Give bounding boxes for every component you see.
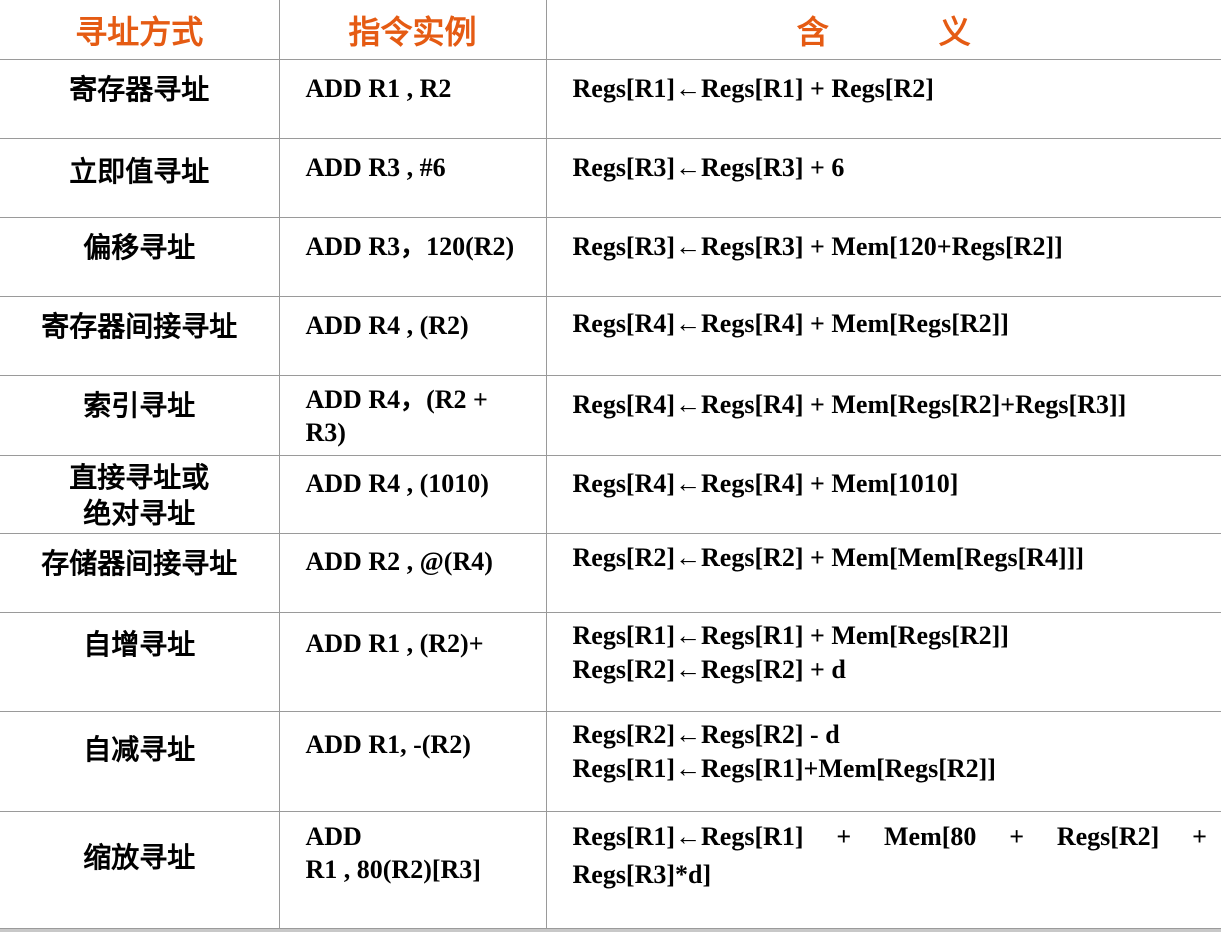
table-row: 偏移寻址 ADD R3，120(R2) Regs[R3]←Regs[R3] + … — [0, 217, 1221, 297]
meaning-cell: Regs[R2]←Regs[R2] + Mem[Mem[Regs[R4]]] — [546, 533, 1221, 613]
example-cell: ADD R4 , (1010) — [279, 455, 547, 534]
table-row: 自增寻址 ADD R1 , (R2)+ Regs[R1]←Regs[R1] + … — [0, 612, 1221, 712]
example-cell: ADD R2 , @(R4) — [279, 533, 547, 613]
table-row: 自减寻址 ADD R1, -(R2) Regs[R2]←Regs[R2] - d… — [0, 711, 1221, 812]
mode-cell: 直接寻址或 绝对寻址 — [0, 455, 280, 534]
meaning-cell: Regs[R4]←Regs[R4] + Mem[Regs[R2]] — [546, 296, 1221, 376]
mode-cell: 缩放寻址 — [0, 811, 280, 929]
bottom-rule — [0, 929, 1221, 932]
example-cell: ADD R4 , (R2) — [279, 296, 547, 376]
table-row: 存储器间接寻址 ADD R2 , @(R4) Regs[R2]←Regs[R2]… — [0, 533, 1221, 613]
mode-cell: 存储器间接寻址 — [0, 533, 280, 613]
meaning-justified-line: Regs[R1]←Regs[R1] + Mem[80 + Regs[R2] + — [572, 822, 1207, 851]
table-row: 直接寻址或 绝对寻址 ADD R4 , (1010) Regs[R4]←Regs… — [0, 455, 1221, 534]
example-cell: ADD R1, -(R2) — [279, 711, 547, 812]
example-cell: ADD R1 , 80(R2)[R3] — [279, 811, 547, 929]
table-row: 立即值寻址 ADD R3 , #6 Regs[R3]←Regs[R3] + 6 — [0, 138, 1221, 218]
meaning-cell: Regs[R2]←Regs[R2] - d Regs[R1]←Regs[R1]+… — [546, 711, 1221, 812]
meaning-cell: Regs[R1]←Regs[R1] + Regs[R2] — [546, 59, 1221, 139]
meaning-cell: Regs[R4]←Regs[R4] + Mem[Regs[R2]+Regs[R3… — [546, 375, 1221, 456]
meaning-cell: Regs[R1]←Regs[R1] + Mem[Regs[R2]] Regs[R… — [546, 612, 1221, 712]
meaning-cell: Regs[R3]←Regs[R3] + 6 — [546, 138, 1221, 218]
header-meaning: 含义 — [546, 0, 1221, 60]
example-cell: ADD R1 , (R2)+ — [279, 612, 547, 712]
meaning-cell: Regs[R1]←Regs[R1] + Mem[80 + Regs[R2] + … — [546, 811, 1221, 929]
header-meaning-char-1: 含 — [796, 12, 829, 51]
mode-cell: 自减寻址 — [0, 711, 280, 812]
table-row: 寄存器寻址 ADD R1 , R2 Regs[R1]←Regs[R1] + Re… — [0, 59, 1221, 139]
mode-cell: 立即值寻址 — [0, 138, 280, 218]
addressing-modes-table: 寻址方式 指令实例 含义 寄存器寻址 ADD R1 , R2 Regs[R1]←… — [0, 0, 1221, 929]
table-row: 索引寻址 ADD R4，(R2 + R3) Regs[R4]←Regs[R4] … — [0, 375, 1221, 456]
mode-cell: 偏移寻址 — [0, 217, 280, 297]
example-cell: ADD R3，120(R2) — [279, 217, 547, 297]
example-cell: ADD R3 , #6 — [279, 138, 547, 218]
mode-cell: 寄存器寻址 — [0, 59, 280, 139]
table-header-row: 寻址方式 指令实例 含义 — [0, 0, 1221, 60]
mode-cell: 索引寻址 — [0, 375, 280, 456]
header-mode: 寻址方式 — [0, 0, 280, 60]
example-cell: ADD R4，(R2 + R3) — [279, 375, 547, 456]
example-cell: ADD R1 , R2 — [279, 59, 547, 139]
mode-cell: 自增寻址 — [0, 612, 280, 712]
table-row: 寄存器间接寻址 ADD R4 , (R2) Regs[R4]←Regs[R4] … — [0, 296, 1221, 376]
table-row: 缩放寻址 ADD R1 , 80(R2)[R3] Regs[R1]←Regs[R… — [0, 811, 1221, 929]
meaning-cell: Regs[R4]←Regs[R4] + Mem[1010] — [546, 455, 1221, 534]
mode-cell: 寄存器间接寻址 — [0, 296, 280, 376]
example-line: ADD R4，(R2 + — [305, 385, 488, 414]
header-example: 指令实例 — [279, 0, 547, 60]
meaning-cell: Regs[R3]←Regs[R3] + Mem[120+Regs[R2]] — [546, 217, 1221, 297]
header-meaning-char-2: 义 — [938, 12, 971, 51]
